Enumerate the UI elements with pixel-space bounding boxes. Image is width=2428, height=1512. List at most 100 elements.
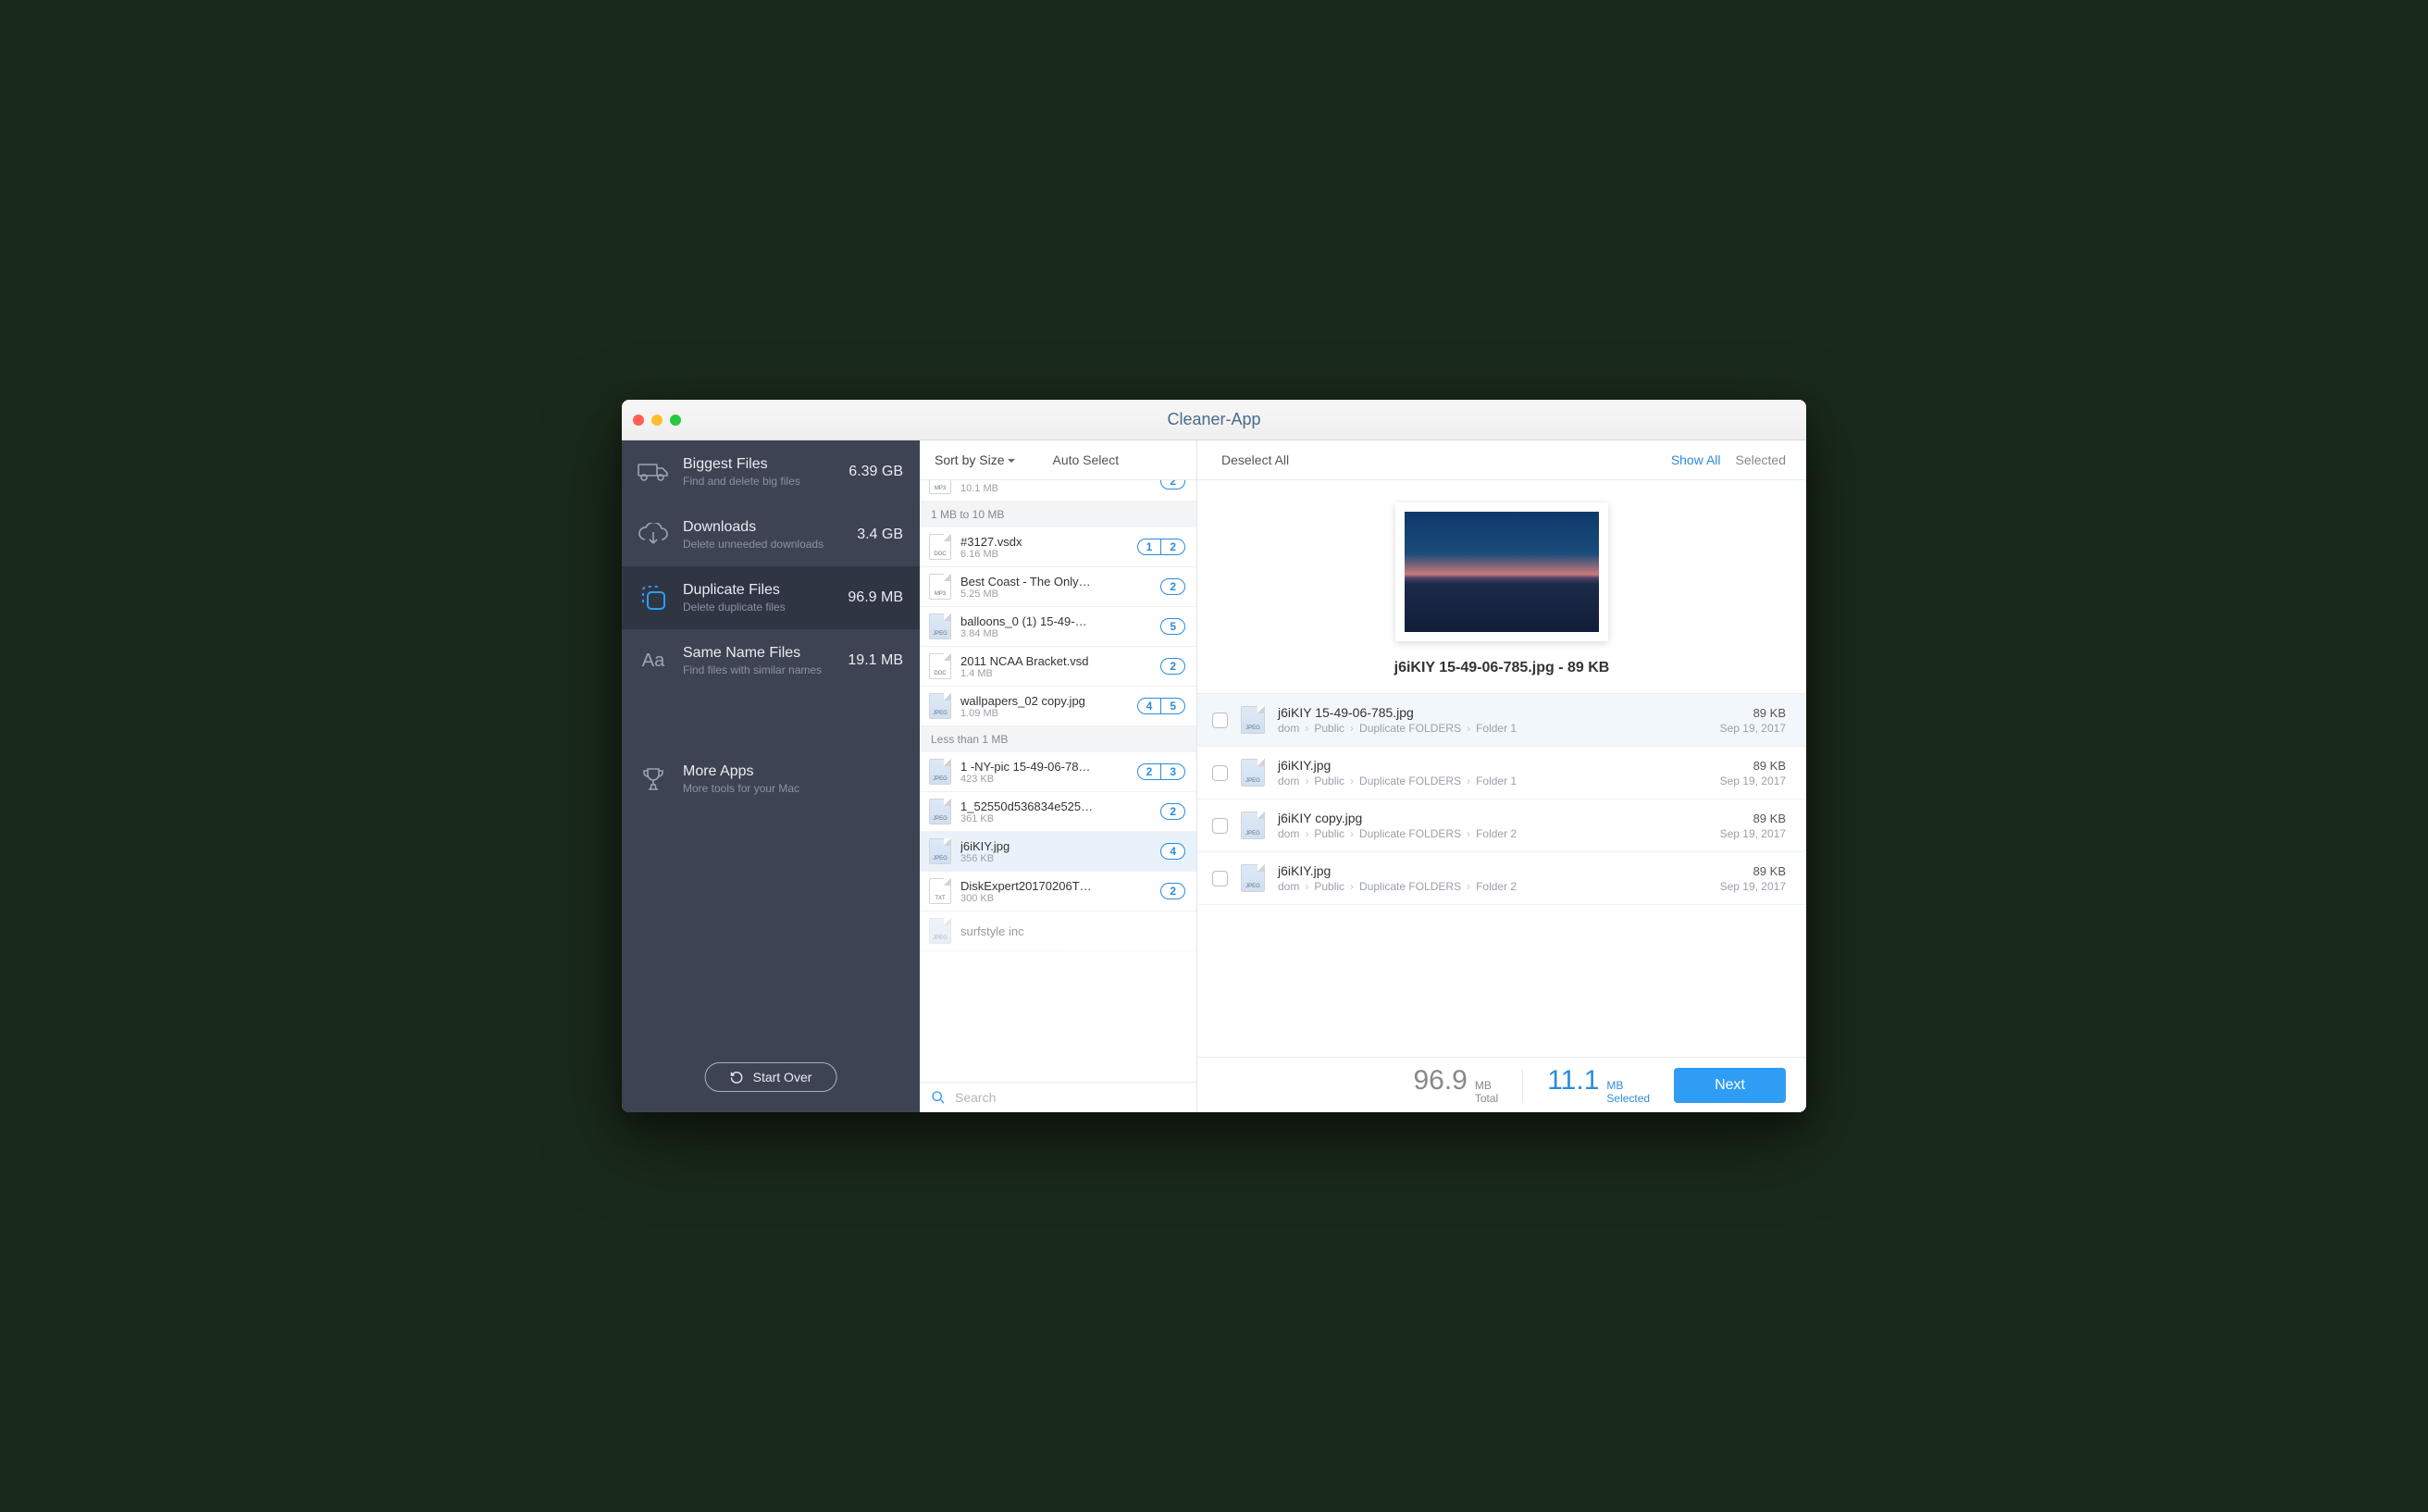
badge: 2	[1160, 539, 1184, 554]
crumb: Public	[1314, 722, 1344, 735]
sidebar-item-size: 19.1 MB	[848, 652, 903, 669]
detail-panel: Deselect All Show All Selected j6iKIY 15…	[1197, 440, 1806, 1112]
deselect-all-button[interactable]: Deselect All	[1221, 452, 1289, 467]
show-all-tab[interactable]: Show All	[1671, 452, 1721, 467]
file-type-icon: MP3	[929, 574, 951, 600]
file-list-panel: Sort by Size Auto Select MP3 10.1 MB 2 1…	[920, 440, 1197, 1112]
badge: 2	[1161, 480, 1184, 489]
badge: 2	[1161, 659, 1184, 674]
search-icon	[931, 1090, 946, 1105]
sidebar: Biggest Files Find and delete big files …	[622, 440, 920, 1112]
crumb: Duplicate FOLDERS	[1359, 827, 1461, 840]
list-item[interactable]: JPEG 1 -NY-pic 15-49-06-78… 423 KB 23	[920, 752, 1196, 792]
crumb: Folder 1	[1476, 722, 1517, 735]
duplicate-row[interactable]: JPEG j6iKIY.jpg dom›Public›Duplicate FOL…	[1197, 747, 1806, 799]
chevron-right-icon: ›	[1305, 880, 1308, 893]
list-item[interactable]: JPEG j6iKIY.jpg 356 KB 4	[920, 832, 1196, 872]
file-name: DiskExpert20170206T…	[960, 879, 1151, 893]
sort-dropdown[interactable]: Sort by Size	[935, 452, 1015, 467]
file-name: balloons_0 (1) 15-49-…	[960, 614, 1151, 628]
window-title: Cleaner-App	[622, 410, 1806, 429]
list-item[interactable]: JPEG surfstyle inc	[920, 911, 1196, 951]
badge-group: 23	[1137, 763, 1185, 780]
sidebar-item-label: Downloads	[683, 519, 844, 536]
sidebar-item-biggest-files[interactable]: Biggest Files Find and delete big files …	[622, 440, 920, 503]
traffic-lights	[633, 415, 681, 426]
file-name: surfstyle inc	[960, 924, 1185, 938]
duplicate-row[interactable]: JPEG j6iKIY copy.jpg dom›Public›Duplicat…	[1197, 799, 1806, 852]
sidebar-item-duplicate-files[interactable]: Duplicate Files Delete duplicate files 9…	[622, 566, 920, 629]
badge: 2	[1161, 804, 1184, 819]
duplicate-size: 89 KB	[1720, 812, 1786, 825]
sidebar-item-sub: More tools for your Mac	[683, 782, 903, 795]
file-name: Best Coast - The Only…	[960, 575, 1151, 589]
duplicate-name: j6iKIY.jpg	[1278, 758, 1707, 773]
file-type-icon: JPEG	[929, 613, 951, 639]
crumb: Duplicate FOLDERS	[1359, 880, 1461, 893]
list-item[interactable]: JPEG 1_52550d536834e525… 361 KB 2	[920, 792, 1196, 832]
list-item[interactable]: TXT DiskExpert20170206T… 300 KB 2	[920, 872, 1196, 911]
breadcrumb: dom›Public›Duplicate FOLDERS›Folder 1	[1278, 775, 1707, 787]
chevron-right-icon: ›	[1350, 722, 1354, 735]
crumb: Public	[1314, 827, 1344, 840]
file-type-icon: MP3	[929, 480, 951, 494]
list-item[interactable]: DOC 2011 NCAA Bracket.vsd 1.4 MB 2	[920, 647, 1196, 687]
close-icon[interactable]	[633, 415, 644, 426]
filelist-toolbar: Sort by Size Auto Select	[920, 440, 1196, 479]
minimize-icon[interactable]	[651, 415, 663, 426]
start-over-label: Start Over	[753, 1070, 812, 1084]
section-header: 1 MB to 10 MB	[920, 502, 1196, 527]
duplicate-row[interactable]: JPEG j6iKIY.jpg dom›Public›Duplicate FOL…	[1197, 852, 1806, 905]
preview-title: j6iKIY 15-49-06-785.jpg - 89 KB	[1394, 660, 1610, 676]
checkbox[interactable]	[1212, 871, 1228, 886]
file-size: 300 KB	[960, 893, 1151, 904]
file-size: 361 KB	[960, 813, 1151, 824]
checkbox[interactable]	[1212, 713, 1228, 728]
badge-group: 12	[1137, 539, 1185, 555]
duplicate-row[interactable]: JPEG j6iKIY 15-49-06-785.jpg dom›Public›…	[1197, 694, 1806, 747]
checkbox[interactable]	[1212, 765, 1228, 781]
crumb: Duplicate FOLDERS	[1359, 722, 1461, 735]
breadcrumb: dom›Public›Duplicate FOLDERS›Folder 1	[1278, 722, 1707, 735]
list-item[interactable]: JPEG balloons_0 (1) 15-49-… 3.84 MB 5	[920, 607, 1196, 647]
file-size: 10.1 MB	[960, 483, 1151, 494]
file-type-icon: JPEG	[1241, 812, 1265, 839]
crumb: Public	[1314, 880, 1344, 893]
sidebar-item-label: Duplicate Files	[683, 582, 835, 599]
search-input[interactable]	[955, 1090, 1185, 1105]
maximize-icon[interactable]	[670, 415, 681, 426]
list-item[interactable]: MP3 10.1 MB 2	[920, 480, 1196, 502]
file-type-icon: DOC	[929, 653, 951, 679]
file-type-icon: JPEG	[1241, 759, 1265, 787]
crumb: Folder 2	[1476, 827, 1517, 840]
file-size: 6.16 MB	[960, 549, 1128, 560]
next-button[interactable]: Next	[1674, 1068, 1786, 1103]
sidebar-item-sub: Find and delete big files	[683, 475, 836, 488]
badge-group: 5	[1160, 618, 1185, 635]
selected-tab[interactable]: Selected	[1736, 452, 1786, 467]
list-item[interactable]: DOC #3127.vsdx 6.16 MB 12	[920, 527, 1196, 567]
breadcrumb: dom›Public›Duplicate FOLDERS›Folder 2	[1278, 827, 1707, 840]
sidebar-item-same-name-files[interactable]: Aa Same Name Files Find files with simil…	[622, 629, 920, 692]
file-type-icon: JPEG	[929, 838, 951, 864]
file-name: j6iKIY.jpg	[960, 839, 1151, 853]
badge: 5	[1160, 699, 1184, 713]
trophy-icon	[637, 762, 670, 796]
checkbox[interactable]	[1212, 818, 1228, 834]
file-list-scroll[interactable]: MP3 10.1 MB 2 1 MB to 10 MB DOC #3127.vs…	[920, 480, 1196, 1082]
file-type-icon: JPEG	[929, 693, 951, 719]
sidebar-item-label: Biggest Files	[683, 456, 836, 473]
sidebar-item-downloads[interactable]: Downloads Delete unneeded downloads 3.4 …	[622, 503, 920, 566]
list-item[interactable]: JPEG wallpapers_02 copy.jpg 1.09 MB 45	[920, 687, 1196, 726]
file-size: 423 KB	[960, 774, 1128, 785]
auto-select-button[interactable]: Auto Select	[1052, 452, 1119, 467]
badge: 2	[1138, 764, 1161, 779]
start-over-button[interactable]: Start Over	[705, 1062, 837, 1092]
badge: 2	[1161, 884, 1184, 899]
stat-value: 96.9	[1413, 1065, 1467, 1097]
file-type-icon: JPEG	[929, 759, 951, 785]
sidebar-item-more-apps[interactable]: More Apps More tools for your Mac	[622, 748, 920, 811]
list-item[interactable]: MP3 Best Coast - The Only… 5.25 MB 2	[920, 567, 1196, 607]
chevron-right-icon: ›	[1350, 827, 1354, 840]
file-type-icon: DOC	[929, 534, 951, 560]
